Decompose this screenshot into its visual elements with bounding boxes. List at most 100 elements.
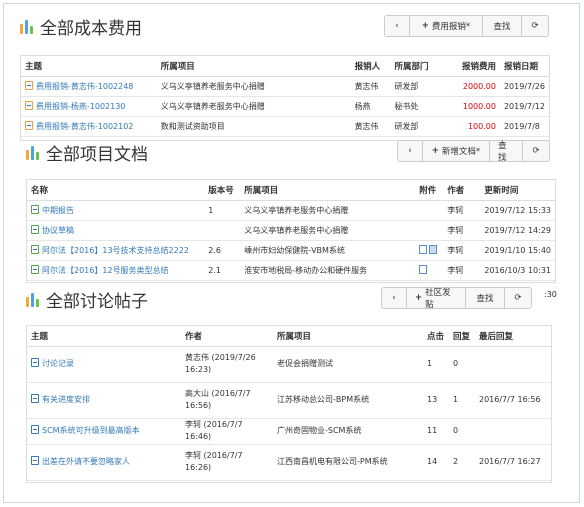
date-cell: 2019/7/8 (499, 116, 549, 137)
replies-cell: 0 (449, 418, 475, 445)
post-subject: 有关进度安排 (42, 395, 90, 404)
clicks-cell: 11 (423, 418, 449, 445)
project-cell: 数和测试资助项目 (156, 116, 351, 137)
author-cell: 李轲 (443, 260, 481, 281)
subject-link[interactable]: 费用报销-黄志伟-1002102 (21, 116, 157, 137)
posts-toolbar: ‹ + 社区发贴 查找 ⟳ (381, 287, 532, 310)
date-cell: 2019/7/12 (499, 96, 549, 117)
table-row: 费用报销-黄志伟-1002102 数和测试资助项目 黄志伟 研发部 100.00… (21, 116, 549, 137)
costs-panel: 主题 所属项目 报销人 所属部门 报销费用 报销日期 费用报销-黄志伟-1002… (20, 55, 550, 141)
image-attachment-icon[interactable] (429, 245, 438, 254)
document-icon (31, 244, 39, 254)
docs-search-button[interactable]: 查找 (489, 140, 523, 163)
costs-add-button[interactable]: + 费用报销* (409, 15, 483, 37)
costs-search-button[interactable]: 查找 (482, 15, 522, 37)
docs-add-button[interactable]: + 新增文档* (422, 140, 490, 162)
docs-table: 名称 版本号 所属项目 附件 作者 更新时间 中期报告 1 义乌义亭镇养老服务中… (27, 180, 555, 281)
column-header: 主题 (21, 56, 157, 77)
costs-toolbar: ‹ + 费用报销* 查找 ⟳ (384, 15, 549, 37)
clicks-cell: 13 (423, 382, 449, 419)
post-link[interactable]: 出差在外请不要忽略家人 (27, 444, 181, 481)
column-header: 作者 (443, 180, 481, 201)
author-cell: 李轲 (443, 220, 481, 241)
document-icon (31, 204, 39, 214)
amount-cell: 1000.00 (448, 96, 500, 117)
time-cell: 2016/10/3 10:31 (480, 260, 555, 281)
column-header: 名称 (27, 180, 205, 201)
post-link[interactable]: 讨论记录 (27, 346, 181, 383)
doc-link[interactable]: 阿尔法【2016】13号技术支持总结2222 (27, 240, 205, 261)
subject-link[interactable]: 费用报销-黄志伟-1002248 (21, 76, 157, 97)
post-icon (31, 456, 39, 465)
replies-cell: 2 (449, 444, 475, 481)
file-attachment-icon[interactable] (419, 265, 428, 274)
column-header: 所属项目 (156, 56, 351, 77)
chevron-left-icon: ‹ (395, 21, 399, 31)
column-header: 报销人 (350, 56, 391, 77)
attachment-cell (415, 240, 444, 261)
time-cell: 2019/1/10 15:40 (480, 240, 555, 261)
amount-cell: 2000.00 (448, 76, 500, 97)
posts-add-button[interactable]: + 社区发贴 (406, 287, 466, 310)
amount-cell: 100.00 (448, 116, 500, 137)
column-header: 作者 (181, 326, 273, 347)
column-header: 所属部门 (390, 56, 449, 77)
table-row: 阿尔法【2016】13号技术支持总结2222 2.6 嵊州市妇幼保健院-VBM系… (27, 240, 555, 261)
column-header: 所属项目 (273, 326, 423, 347)
docs-back-button[interactable]: ‹ (397, 140, 423, 162)
column-header: 报销日期 (499, 56, 549, 77)
post-icon (31, 358, 39, 367)
column-header: 回复 (449, 326, 475, 347)
refresh-icon: ⟳ (531, 21, 539, 31)
author-cell: 李轲 (2016/7/7 16:46) (181, 418, 273, 445)
author-cell: 李轲 (443, 240, 481, 261)
subject-link[interactable]: 费用报销-杨燕-1002130 (21, 96, 157, 117)
costs-back-button[interactable]: ‹ (384, 15, 410, 37)
costs-search-label: 查找 (493, 22, 511, 32)
project-cell: 广州奇固物业-SCM系统 (273, 418, 423, 445)
post-link[interactable]: SCM系统可升级到最高版本 (27, 418, 181, 445)
post-icon (31, 394, 39, 403)
table-header-row: 主题 所属项目 报销人 所属部门 报销费用 报销日期 (21, 56, 549, 77)
replies-cell: 1 (449, 382, 475, 419)
project-cell: 淮安市地税局-移动办公和硬件服务 (240, 260, 416, 281)
project-cell: 义乌义亭镇养老服务中心捐赠 (156, 96, 351, 117)
doc-name: 协议草稿 (42, 225, 74, 235)
posts-back-button[interactable]: ‹ (381, 287, 407, 309)
file-attachment-icon[interactable] (419, 245, 428, 254)
post-link[interactable]: 有关进度安排 (27, 382, 181, 419)
version-cell: 1 (204, 200, 241, 221)
column-header: 报销费用 (448, 56, 500, 77)
subject-text: 费用报销-黄志伟-1002102 (36, 121, 134, 131)
dept-cell: 秘书处 (390, 96, 449, 117)
posts-search-button[interactable]: 查找 (465, 287, 505, 309)
table-row: 出差在外请不要忽略家人 李轲 (2016/7/7 16:26) 江西南昌机电有限… (27, 444, 551, 481)
last-reply-cell: 2016/7/7 16:56 (475, 382, 551, 419)
costs-table: 主题 所属项目 报销人 所属部门 报销费用 报销日期 费用报销-黄志伟-1002… (21, 56, 549, 137)
costs-refresh-button[interactable]: ⟳ (521, 15, 549, 37)
doc-link[interactable]: 协议草稿 (27, 220, 205, 241)
table-row: 中期报告 1 义乌义亭镇养老服务中心捐赠 李轲 2019/7/12 15:33 (27, 200, 555, 221)
plus-icon: + (421, 21, 429, 31)
project-cell: 义乌义亭镇养老服务中心捐赠 (156, 76, 351, 97)
project-cell: 江西南昌机电有限公司-PM系统 (273, 444, 423, 481)
docs-section-title: 全部项目文档 (26, 140, 148, 165)
person-cell: 黄志伟 (350, 116, 391, 137)
author-cell: 黄志伟 (2019/7/26 16:23) (181, 346, 273, 383)
costs-title: 全部成本费用 (40, 19, 142, 39)
subject-text: 费用报销-杨燕-1002130 (36, 101, 126, 111)
section-logo-icon (26, 292, 40, 307)
doc-link[interactable]: 阿尔法【2016】12号服务类型总结 (27, 260, 205, 281)
table-row: 讨论记录 黄志伟 (2019/7/26 16:23) 老促会捐赠测试 1 0 (27, 346, 551, 383)
column-header: 主题 (27, 326, 181, 347)
posts-refresh-button[interactable]: ⟳ (504, 287, 532, 309)
refresh-icon: ⟳ (532, 146, 540, 156)
table-row: 费用报销-杨燕-1002130 义乌义亭镇养老服务中心捐赠 杨燕 秘书处 100… (21, 96, 549, 117)
posts-section-title: 全部讨论帖子 (26, 287, 148, 312)
subject-text: 费用报销-黄志伟-1002248 (36, 81, 134, 91)
last-reply-cell (475, 418, 551, 445)
column-header: 所属项目 (240, 180, 416, 201)
docs-refresh-button[interactable]: ⟳ (522, 140, 550, 162)
doc-link[interactable]: 中期报告 (27, 200, 205, 221)
time-cell: 2019/7/12 14:29 (480, 220, 555, 241)
